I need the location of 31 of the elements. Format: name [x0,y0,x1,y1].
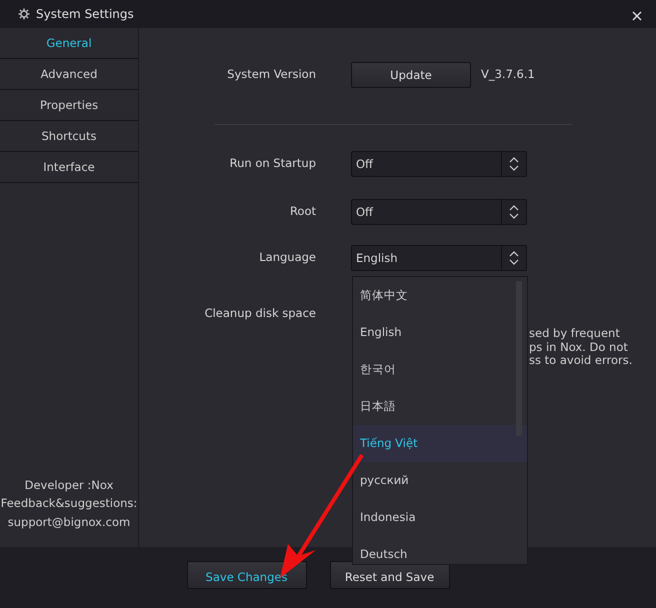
info-text: Developer :Nox [24,476,114,494]
save-button[interactable]: Save Changes [186,561,306,589]
menu-item[interactable]: русский [353,462,527,499]
sidebar-tab[interactable]: Interface [0,152,138,183]
menu-item[interactable]: 한국어 [353,351,527,388]
setting-label: Root [288,203,316,218]
select-field[interactable]: Off [351,199,527,225]
menu-item[interactable]: Deutsch [353,536,527,564]
sidebar-tab[interactable]: Advanced [0,59,138,90]
setting-label: Language [258,249,316,264]
settings-icon [18,8,30,20]
menu-item[interactable]: Tiếng Việt [353,425,527,462]
sidebar-tab[interactable]: General [0,28,138,59]
info-text: support@bignox.com [6,514,132,530]
setting-label: System Version [226,66,316,81]
window-title: System Settings [36,7,135,21]
menu-item[interactable]: Indonesia [353,499,527,536]
update-button[interactable]: Update [351,62,471,88]
version-text: V_3.7.6.1 [481,66,535,81]
menu-item[interactable]: 日本語 [353,388,527,425]
select-field[interactable]: English [351,245,527,271]
info-text: Feedback&suggestions: [0,495,138,512]
sidebar-tab[interactable]: Shortcuts [0,121,138,152]
setting-label: Cleanup disk space [204,305,316,320]
select-field[interactable]: Off [351,151,527,177]
menu-item[interactable]: English [353,314,527,351]
sidebar-tab[interactable]: Properties [0,90,138,121]
description-text: sed by frequent ps in Nox. Do not ss to avoid errors. [529,325,632,368]
setting-label: Run on Startup [228,155,316,170]
menu-item[interactable]: 简体中文 [353,277,527,314]
close-icon[interactable] [632,11,642,21]
